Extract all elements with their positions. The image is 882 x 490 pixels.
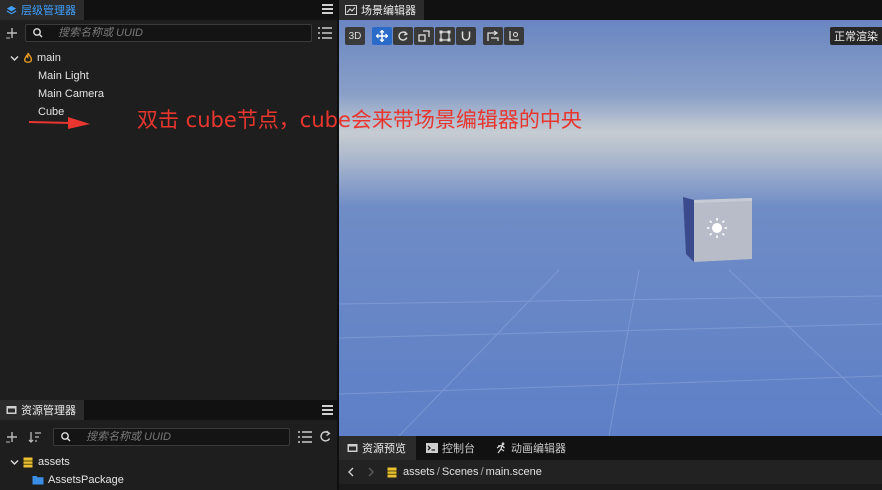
tree-node-main-camera[interactable]: Main Camera [38, 88, 104, 100]
refresh-icon[interactable] [319, 430, 331, 446]
tab-asset-preview-label: 资源预览 [362, 443, 406, 455]
tab-animation-editor-label: 动画编辑器 [511, 443, 566, 455]
move-icon [376, 30, 388, 42]
layers-icon [6, 5, 17, 16]
search-icon [61, 432, 71, 442]
snap-tool-button[interactable] [456, 27, 476, 45]
bottom-tabbar: 资源预览 控制台 动画编辑器 [339, 436, 882, 460]
tab-animation-editor[interactable]: 动画编辑器 [485, 436, 576, 460]
scene-editor-icon [345, 5, 357, 15]
rect-icon [439, 30, 451, 42]
tab-assets[interactable]: 资源管理器 [0, 400, 84, 420]
scene-tabbar: 场景编辑器 [339, 0, 882, 20]
asset-preview-icon [347, 443, 358, 453]
hierarchy-tabbar: 层级管理器 [0, 0, 337, 20]
chevron-down-icon [10, 55, 19, 61]
database-icon [387, 467, 397, 477]
annotation-arrow [28, 117, 90, 129]
tab-scene-editor[interactable]: 场景编辑器 [339, 0, 424, 20]
back-arrow-icon[interactable] [347, 467, 355, 477]
database-icon [23, 457, 33, 467]
scene-editor-title: 场景编辑器 [361, 5, 416, 17]
add-asset-icon[interactable] [5, 430, 19, 447]
console-icon [426, 443, 438, 453]
folder-icon [6, 405, 17, 415]
add-node-icon[interactable] [5, 26, 19, 40]
tree-node-assets[interactable]: assets [10, 456, 70, 468]
tab-asset-preview[interactable]: 资源预览 [339, 436, 416, 460]
assets-title: 资源管理器 [21, 405, 76, 417]
list-view-icon[interactable] [298, 431, 312, 446]
tab-hierarchy[interactable]: 层级管理器 [0, 0, 84, 20]
rotate-icon [398, 31, 409, 41]
coordinate-button[interactable] [504, 27, 524, 45]
assets-search-input[interactable] [58, 430, 289, 444]
assets-menu-icon[interactable] [322, 405, 333, 415]
bottom-strip [339, 484, 882, 490]
pivot-button[interactable] [483, 27, 503, 45]
assets-tabbar: 资源管理器 [0, 400, 337, 420]
chevron-down-icon [10, 459, 19, 465]
search-icon [33, 28, 43, 38]
ground-grid [339, 269, 882, 436]
hierarchy-panel: 层级管理器 main Main Light Main Camera Cube [0, 0, 337, 400]
scale-tool-button[interactable] [414, 27, 434, 45]
hierarchy-search-input[interactable] [30, 26, 311, 40]
move-tool-button[interactable] [372, 27, 392, 45]
annotation-text: 双击 cube节点，cube会来带场景编辑器的中央 [137, 108, 582, 132]
tree-node-main-label: main [37, 52, 61, 64]
folder-icon [32, 476, 44, 485]
asset-path-bar: assets / Scenes / main.scene [339, 460, 882, 484]
scene-flame-icon [23, 52, 33, 63]
scale-icon [418, 30, 430, 42]
rotate-tool-button[interactable] [393, 27, 413, 45]
magnet-icon [461, 31, 471, 41]
assets-panel: 资源管理器 assets AssetsPackage [0, 400, 337, 490]
path-part-assets[interactable]: assets [403, 466, 435, 478]
tree-node-main[interactable]: main [10, 52, 61, 64]
tree-node-assetspackage-label: AssetsPackage [48, 474, 124, 486]
tree-node-assetspackage[interactable]: AssetsPackage [32, 474, 124, 486]
rect-tool-button[interactable] [435, 27, 455, 45]
path-part-scene-file[interactable]: main.scene [486, 466, 542, 478]
hierarchy-title: 层级管理器 [21, 5, 76, 17]
path-part-scenes[interactable]: Scenes [442, 466, 479, 478]
mode-3d-button[interactable]: 3D [345, 27, 365, 45]
sort-icon[interactable] [28, 430, 42, 447]
forward-arrow-icon[interactable] [367, 467, 375, 477]
list-view-icon[interactable] [318, 27, 332, 42]
tree-node-assets-label: assets [38, 456, 70, 468]
scene-viewport[interactable]: 3D 正常渲染 [339, 20, 882, 436]
render-mode-button[interactable]: 正常渲染 [830, 27, 882, 45]
pivot-icon [487, 30, 499, 41]
animation-runner-icon [495, 442, 507, 454]
hierarchy-search[interactable] [25, 24, 312, 42]
tree-node-main-light[interactable]: Main Light [38, 70, 89, 82]
light-gizmo-icon[interactable] [706, 217, 728, 239]
assets-search[interactable] [53, 428, 290, 446]
hierarchy-menu-icon[interactable] [322, 4, 333, 14]
coordinate-icon [509, 31, 519, 41]
tab-console-label: 控制台 [442, 443, 475, 455]
tab-console[interactable]: 控制台 [416, 436, 485, 460]
scene-toolbar: 3D [345, 27, 525, 45]
